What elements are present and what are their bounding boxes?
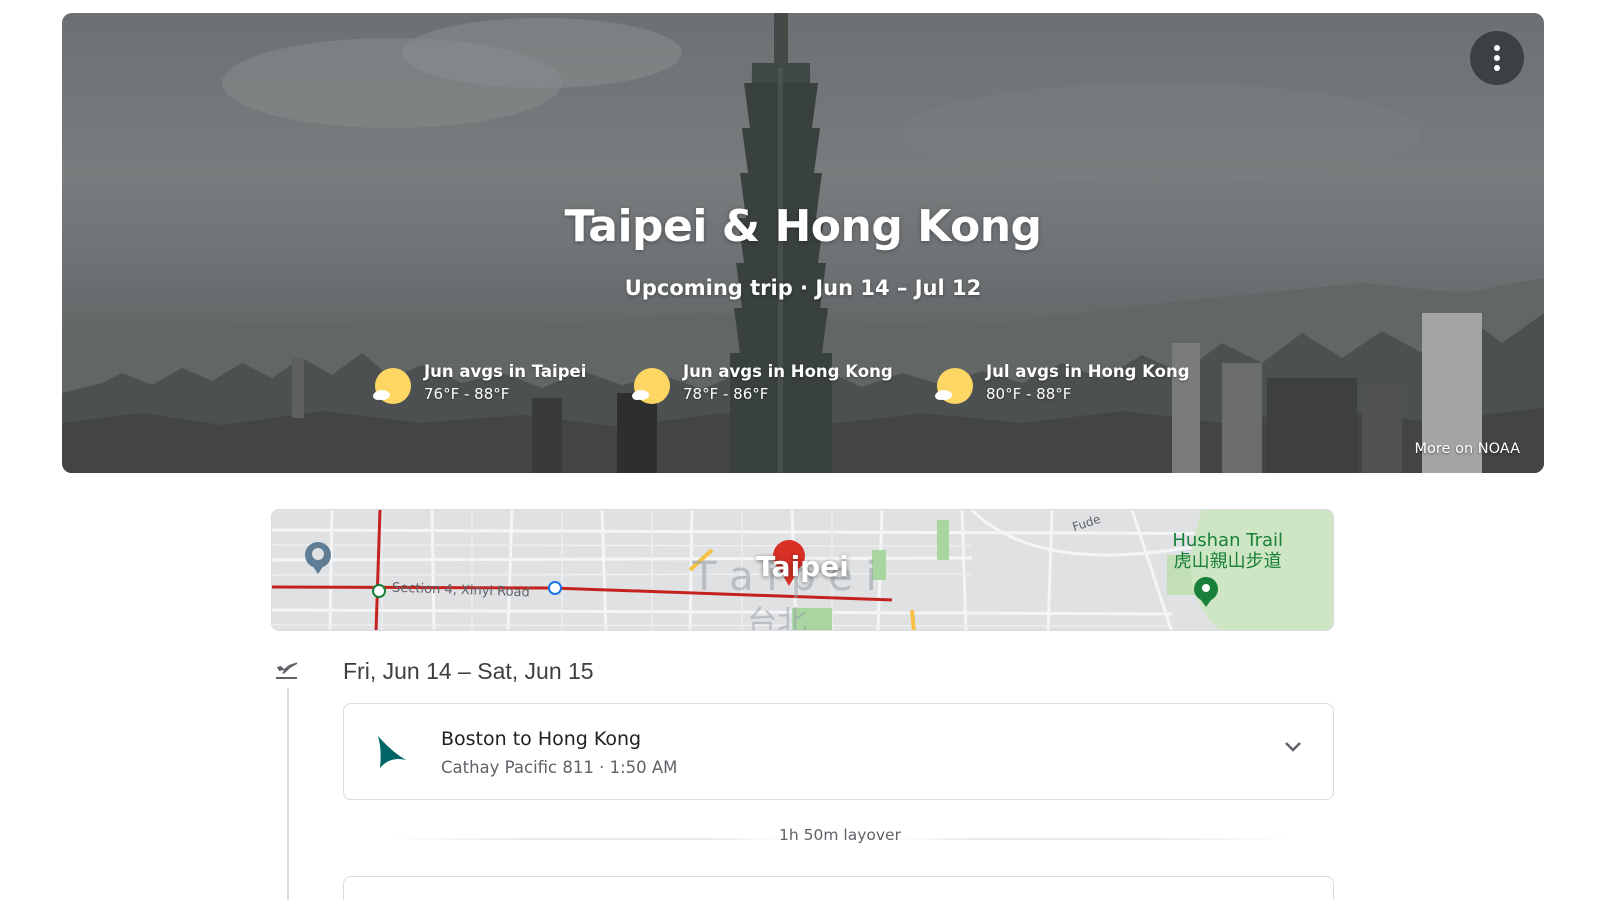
partly-sunny-icon [629,367,671,409]
noaa-link[interactable]: More on NOAA [1415,441,1520,457]
map-poi-label: Hushan Trail 虎山親山步道 [1172,530,1283,572]
trip-title: Taipei & Hong Kong [564,201,1042,252]
weather-label: Jul avgs in Hong Kong [986,362,1190,381]
trip-dates: Upcoming trip · Jun 14 – Jul 12 [624,276,982,300]
weather-label: Jun avgs in Hong Kong [683,362,893,381]
flight-detail: Cathay Pacific 811 · 1:50 AM [441,758,678,777]
more-vert-icon [1494,45,1500,71]
partly-sunny-icon [932,367,974,409]
flight-card[interactable] [343,876,1334,900]
poi-name-local: 虎山親山步道 [1173,551,1282,572]
map-watermark-local: 台北 [747,605,807,631]
destination-map[interactable]: T a i p e i 台北 Section 4, Xinyi Road Fud… [271,509,1334,631]
weather-temps: 76°F - 88°F [424,385,510,403]
weather-averages: Jun avgs in Taipei 76°F - 88°F Jun avgs … [62,361,1544,421]
flight-route: Boston to Hong Kong [441,728,642,750]
layover-label: 1h 50m layover [779,826,901,844]
weather-temps: 80°F - 88°F [986,385,1072,403]
flight-card[interactable]: Boston to Hong Kong Cathay Pacific 811 ·… [343,703,1334,800]
poi-name: Hushan Trail [1172,530,1283,551]
weather-temps: 78°F - 86°F [683,385,769,403]
chevron-down-icon [1285,742,1301,752]
weather-item: Jul avgs in Hong Kong 80°F - 88°F [932,361,1190,409]
date-range-heading: Fri, Jun 14 – Sat, Jun 15 [343,658,594,684]
expand-button[interactable] [1283,740,1303,759]
weather-item: Jun avgs in Taipei 76°F - 88°F [370,361,586,409]
more-options-button[interactable] [1470,31,1524,85]
trip-hero: Taipei & Hong Kong Upcoming trip · Jun 1… [62,13,1544,473]
timeline-line [287,688,289,900]
weather-item: Jun avgs in Hong Kong 78°F - 86°F [629,361,893,409]
partly-sunny-icon [370,367,412,409]
weather-label: Jun avgs in Taipei [424,362,587,381]
flight-takeoff-icon [275,658,299,685]
cathay-pacific-logo [374,734,408,775]
